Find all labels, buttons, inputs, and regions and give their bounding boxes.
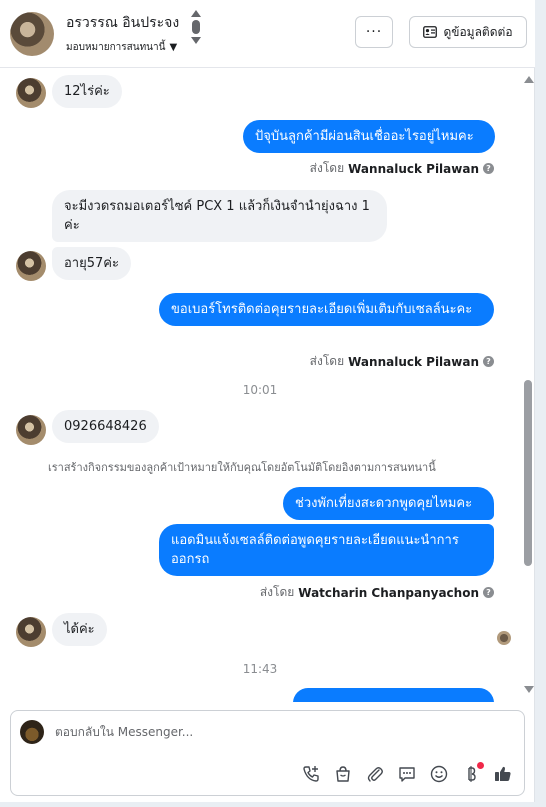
emoji-icon[interactable] bbox=[428, 763, 450, 785]
contact-name[interactable]: อรวรรณ อินประจง bbox=[66, 12, 179, 34]
sent-by-prefix: ส่งโดย bbox=[259, 585, 295, 599]
assign-label: มอบหมายการสนทนานี้ bbox=[66, 42, 166, 53]
sent-by-prefix: ส่งโดย bbox=[309, 161, 345, 175]
sent-by-label: ส่งโดย Watcharin Chanpanyachon ? bbox=[260, 583, 494, 602]
conversation-panel: อรวรรณ อินประจง มอบหมายการสนทนานี้ ▼ ···… bbox=[0, 0, 535, 807]
agent-name: Wannaluck Pilawan bbox=[348, 161, 479, 176]
attachment-icon[interactable] bbox=[364, 763, 386, 785]
message-scrollbar[interactable] bbox=[521, 70, 535, 702]
help-icon[interactable]: ? bbox=[483, 163, 494, 174]
sent-by-label: ส่งโดย Wannaluck Pilawan ? bbox=[310, 352, 494, 371]
arrow-up-icon[interactable] bbox=[191, 10, 201, 17]
call-add-icon[interactable] bbox=[300, 763, 322, 785]
help-icon[interactable]: ? bbox=[483, 356, 494, 367]
timestamp: 11:43 bbox=[242, 662, 278, 676]
page-avatar bbox=[20, 720, 44, 744]
more-options-button[interactable]: ··· bbox=[355, 16, 393, 48]
outgoing-message: แอดมินแจ้งเซลล์ติดต่อพูดคุยรายละเอียดแนะ… bbox=[159, 524, 494, 576]
scroll-down-icon[interactable] bbox=[524, 686, 534, 693]
saved-reply-icon[interactable] bbox=[396, 763, 418, 785]
contact-avatar-small bbox=[16, 78, 46, 108]
scroll-up-icon[interactable] bbox=[524, 76, 534, 83]
notification-dot bbox=[477, 762, 484, 769]
outgoing-message: ปัจุบันลูกค้ามีผ่อนสินเชื่ออะไรอยู่ไหมคะ bbox=[243, 120, 495, 153]
system-note: เราสร้างกิจกรรมของลูกค้าเป้าหมายให้กับคุ… bbox=[48, 461, 436, 474]
reply-input[interactable] bbox=[55, 725, 455, 739]
outgoing-message-partial bbox=[293, 688, 494, 702]
help-icon[interactable]: ? bbox=[483, 587, 494, 598]
agent-name: Watcharin Chanpanyachon bbox=[298, 585, 479, 600]
contact-avatar-small bbox=[16, 617, 46, 647]
conversation-header: อรวรรณ อินประจง มอบหมายการสนทนานี้ ▼ ···… bbox=[0, 0, 535, 68]
scroll-thumb[interactable] bbox=[524, 380, 532, 566]
outgoing-message: ช่วงพักเที่ยงสะดวกพูดคุยไหมคะ bbox=[283, 487, 494, 520]
read-receipt-avatar bbox=[497, 631, 511, 645]
like-icon[interactable] bbox=[492, 763, 514, 785]
shopping-bag-icon[interactable] bbox=[332, 763, 354, 785]
contact-info-label: ดูข้อมูลติดต่อ bbox=[443, 24, 513, 39]
message-feed[interactable]: 12ไร่ค่ะ ปัจุบันลูกค้ามีผ่อนสินเชื่ออะไร… bbox=[0, 69, 520, 702]
view-contact-info-button[interactable]: ดูข้อมูลติดต่อ bbox=[409, 16, 527, 48]
composer-toolbar bbox=[300, 762, 514, 785]
more-icon: ··· bbox=[365, 24, 383, 40]
caret-down-icon: ▼ bbox=[169, 42, 178, 53]
timestamp: 10:01 bbox=[242, 383, 278, 397]
agent-name: Wannaluck Pilawan bbox=[348, 354, 479, 369]
incoming-message: 0926648426 bbox=[52, 410, 159, 443]
incoming-message: จะมีงวดรถมอเตอร์ไซค์ PCX 1 แล้วก็เงินจำน… bbox=[52, 190, 387, 242]
contact-avatar[interactable] bbox=[10, 12, 54, 56]
contact-avatar-small bbox=[16, 415, 46, 445]
incoming-message: อายุ57ค่ะ bbox=[52, 247, 131, 280]
page-bottom-strip bbox=[0, 802, 546, 807]
conversation-nav-control[interactable] bbox=[190, 10, 202, 54]
sent-by-label: ส่งโดย Wannaluck Pilawan ? bbox=[310, 159, 494, 178]
assign-conversation-dropdown[interactable]: มอบหมายการสนทนานี้ ▼ bbox=[66, 40, 177, 55]
reply-composer bbox=[10, 710, 525, 796]
outgoing-message: ขอเบอร์โทรติดต่อคุยรายละเอียดเพิ่มเติมกั… bbox=[159, 293, 494, 326]
contact-avatar-small bbox=[16, 251, 46, 281]
payment-icon[interactable] bbox=[460, 762, 484, 785]
sent-by-prefix: ส่งโดย bbox=[309, 354, 345, 368]
incoming-message: 12ไร่ค่ะ bbox=[52, 75, 122, 108]
arrow-down-icon[interactable] bbox=[191, 37, 201, 44]
incoming-message: ได้ค่ะ bbox=[52, 613, 107, 646]
contact-card-icon bbox=[423, 26, 438, 38]
nav-handle[interactable] bbox=[192, 20, 200, 34]
